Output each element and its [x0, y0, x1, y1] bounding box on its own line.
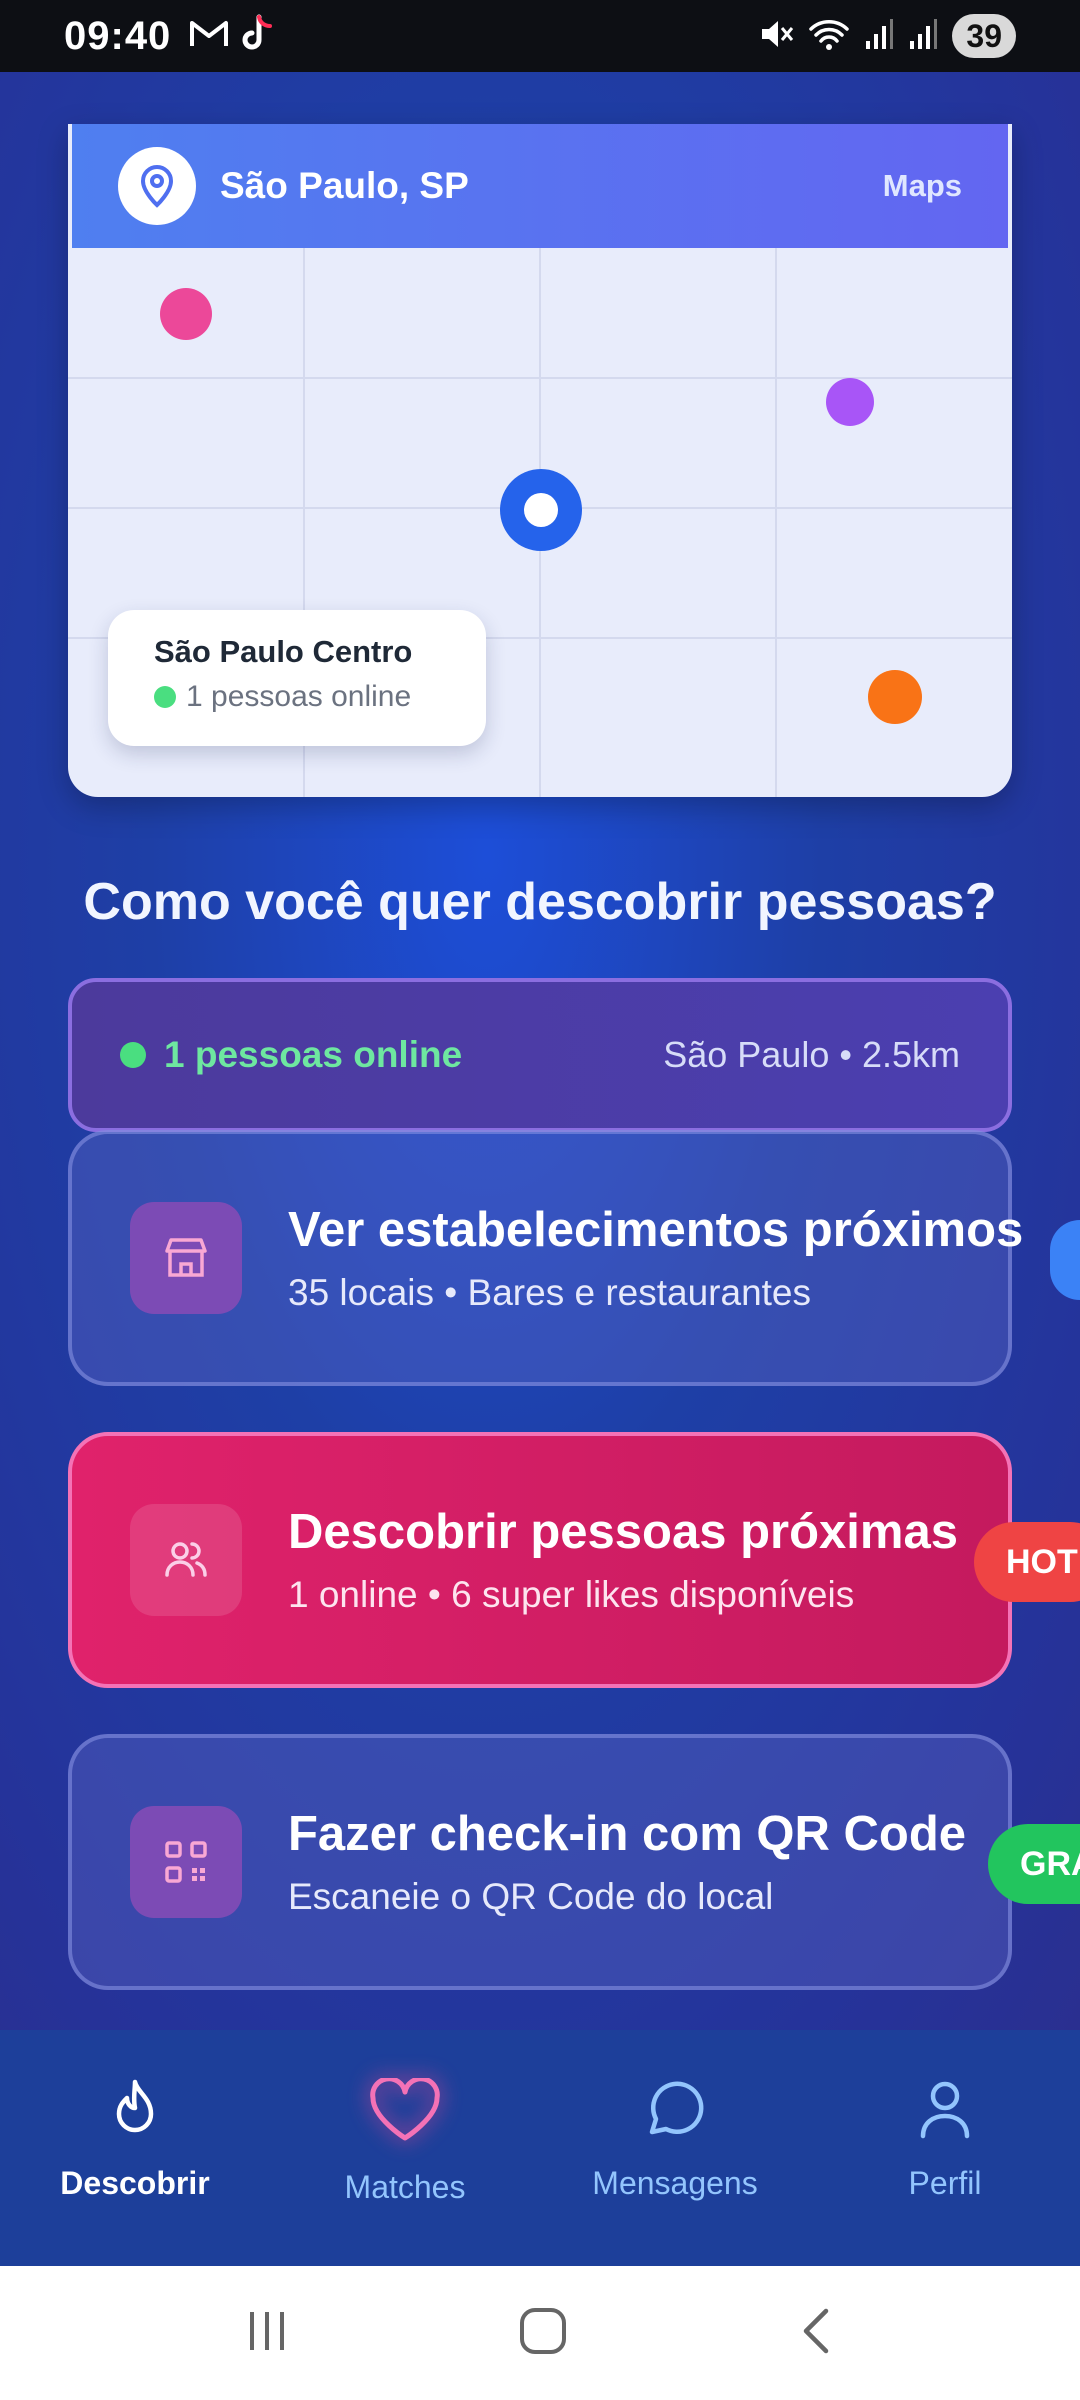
store-icon [130, 1202, 242, 1314]
online-dot-icon [154, 686, 176, 708]
section-title: Como você quer descobrir pessoas? [83, 873, 997, 931]
home-icon[interactable] [517, 2305, 569, 2362]
card-subtitle: 1 online • 6 super likes disponíveis [288, 1574, 855, 1615]
location-radius: São Paulo • 2.5km [663, 1034, 960, 1075]
free-badge: GRÁ [988, 1824, 1080, 1904]
user-icon [917, 2078, 973, 2145]
map-marker-pink[interactable] [160, 288, 212, 340]
popup-title: São Paulo Centro [154, 634, 413, 669]
nav-matches[interactable]: Matches [270, 2030, 540, 2266]
side-indicator-blue [1050, 1220, 1080, 1300]
nav-discover[interactable]: Descobrir [0, 2030, 270, 2266]
status-bar: 09:40 39 [0, 0, 1080, 72]
card-title: Descobrir pessoas próximas [288, 1505, 958, 1559]
back-icon[interactable] [794, 2305, 838, 2362]
nav-label: Matches [344, 2169, 466, 2205]
app-content: São Paulo, SP Maps São Paulo Centro 1 pe… [0, 72, 1080, 2030]
status-time: 09:40 [64, 13, 172, 58]
recent-apps-icon[interactable] [242, 2306, 292, 2361]
card-title: Fazer check-in com QR Code [288, 1807, 967, 1861]
tiktok-icon [239, 14, 275, 59]
flame-icon [107, 2078, 163, 2145]
nearby-places-card[interactable]: Ver estabelecimentos próximos 35 locais … [68, 1130, 1023, 1386]
popup-online-count: 1 pessoas online [186, 680, 412, 713]
qr-checkin-card[interactable]: Fazer check-in com QR Code Escaneie o QR… [68, 1734, 1012, 1990]
online-status-bar: 1 pessoas online São Paulo • 2.5km [68, 978, 1012, 1132]
popup-subtitle: 1 pessoas online [154, 680, 440, 714]
nav-messages[interactable]: Mensagens [540, 2030, 810, 2266]
signal-icon [864, 17, 894, 56]
map-city-label: São Paulo, SP [220, 165, 469, 206]
discover-people-card[interactable]: Descobrir pessoas próximas 1 online • 6 … [68, 1432, 1012, 1688]
signal-icon [908, 17, 938, 56]
wifi-icon [808, 16, 850, 57]
gmail-icon [189, 18, 229, 55]
nav-label: Descobrir [60, 2165, 210, 2201]
card-subtitle: 35 locais • Bares e restaurantes [288, 1272, 812, 1313]
map-card[interactable]: São Paulo, SP Maps São Paulo Centro 1 pe… [68, 124, 1012, 797]
card-title: Ver estabelecimentos próximos [288, 1203, 1024, 1257]
users-icon [130, 1504, 242, 1616]
chat-icon [644, 2078, 706, 2145]
map-marker-orange[interactable] [868, 670, 922, 724]
nav-label: Mensagens [592, 2165, 758, 2201]
maps-link[interactable]: Maps [883, 168, 962, 204]
nav-label: Perfil [908, 2165, 982, 2201]
current-location-marker[interactable] [500, 469, 582, 551]
nav-profile[interactable]: Perfil [810, 2030, 1080, 2266]
battery-badge: 39 [952, 14, 1016, 58]
map-marker-purple[interactable] [826, 378, 874, 426]
location-pin-icon [118, 147, 196, 225]
hot-badge: HOT [974, 1522, 1080, 1602]
bottom-navigation: Descobrir Matches Mensagens Perfil [0, 2030, 1080, 2266]
qr-code-icon [130, 1806, 242, 1918]
system-navigation-bar [0, 2266, 1080, 2400]
map-header: São Paulo, SP Maps [72, 124, 1008, 248]
heart-icon [367, 2076, 443, 2149]
mute-icon [758, 16, 794, 57]
online-count: 1 pessoas online [164, 1034, 463, 1075]
online-dot-icon [120, 1042, 146, 1068]
location-popup[interactable]: São Paulo Centro 1 pessoas online [108, 610, 486, 746]
card-subtitle: Escaneie o QR Code do local [288, 1876, 774, 1917]
